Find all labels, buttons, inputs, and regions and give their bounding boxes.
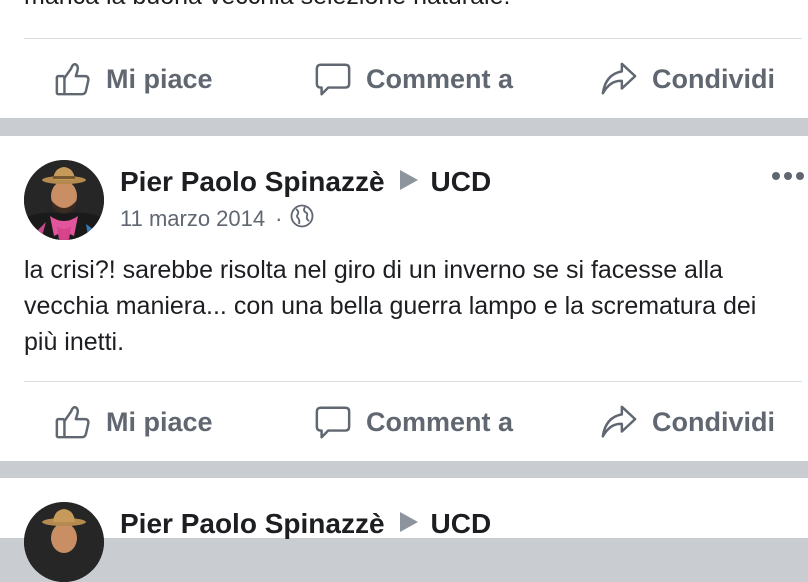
comment-button[interactable]: Comment a (314, 39, 513, 119)
comment-label: Comment a (366, 406, 514, 437)
post-card: Pier Paolo Spinazzè UCD 11 marzo 2014 · … (0, 136, 808, 461)
post-date[interactable]: 11 marzo 2014 (120, 206, 265, 232)
share-icon (600, 403, 638, 441)
group-name[interactable]: UCD (431, 166, 492, 198)
post-header: Pier Paolo Spinazzè UCD (120, 166, 491, 198)
previous-post-card: manca la buona vecchia selezione natural… (0, 0, 808, 118)
share-label: Condividi (652, 406, 775, 437)
comment-icon (314, 60, 352, 98)
previous-post-text: manca la buona vecchia selezione natural… (24, 0, 510, 11)
action-bar: Mi piace Comment a Condividi (0, 382, 808, 462)
more-options-icon[interactable] (772, 172, 804, 180)
thumbs-up-icon (54, 403, 92, 441)
action-bar: Mi piace Comment a Condividi (0, 39, 808, 119)
avatar[interactable] (24, 502, 104, 582)
post-text: la crisi?! sarebbe risolta nel giro di u… (24, 256, 757, 356)
post-meta: 11 marzo 2014 · (120, 204, 314, 234)
arrow-right-icon (399, 166, 419, 198)
share-button[interactable]: Condividi (600, 382, 775, 462)
globe-icon (290, 204, 314, 234)
post-header: Pier Paolo Spinazzè UCD (120, 508, 491, 540)
like-button[interactable]: Mi piace (54, 382, 213, 462)
share-icon (600, 60, 638, 98)
author-name[interactable]: Pier Paolo Spinazzè (120, 508, 385, 540)
group-name[interactable]: UCD (431, 508, 492, 540)
author-name[interactable]: Pier Paolo Spinazzè (120, 166, 385, 198)
next-post-card: Pier Paolo Spinazzè UCD (0, 478, 808, 582)
comment-icon (314, 403, 352, 441)
comment-button[interactable]: Comment a (314, 382, 513, 462)
share-label: Condividi (652, 63, 775, 94)
share-button[interactable]: Condividi (600, 39, 775, 119)
like-button[interactable]: Mi piace (54, 39, 213, 119)
avatar[interactable] (24, 160, 104, 240)
arrow-right-icon (399, 508, 419, 540)
like-label: Mi piace (106, 63, 213, 94)
comment-label: Comment a (366, 63, 514, 94)
thumbs-up-icon (54, 60, 92, 98)
meta-separator: · (275, 206, 283, 231)
like-label: Mi piace (106, 406, 213, 437)
